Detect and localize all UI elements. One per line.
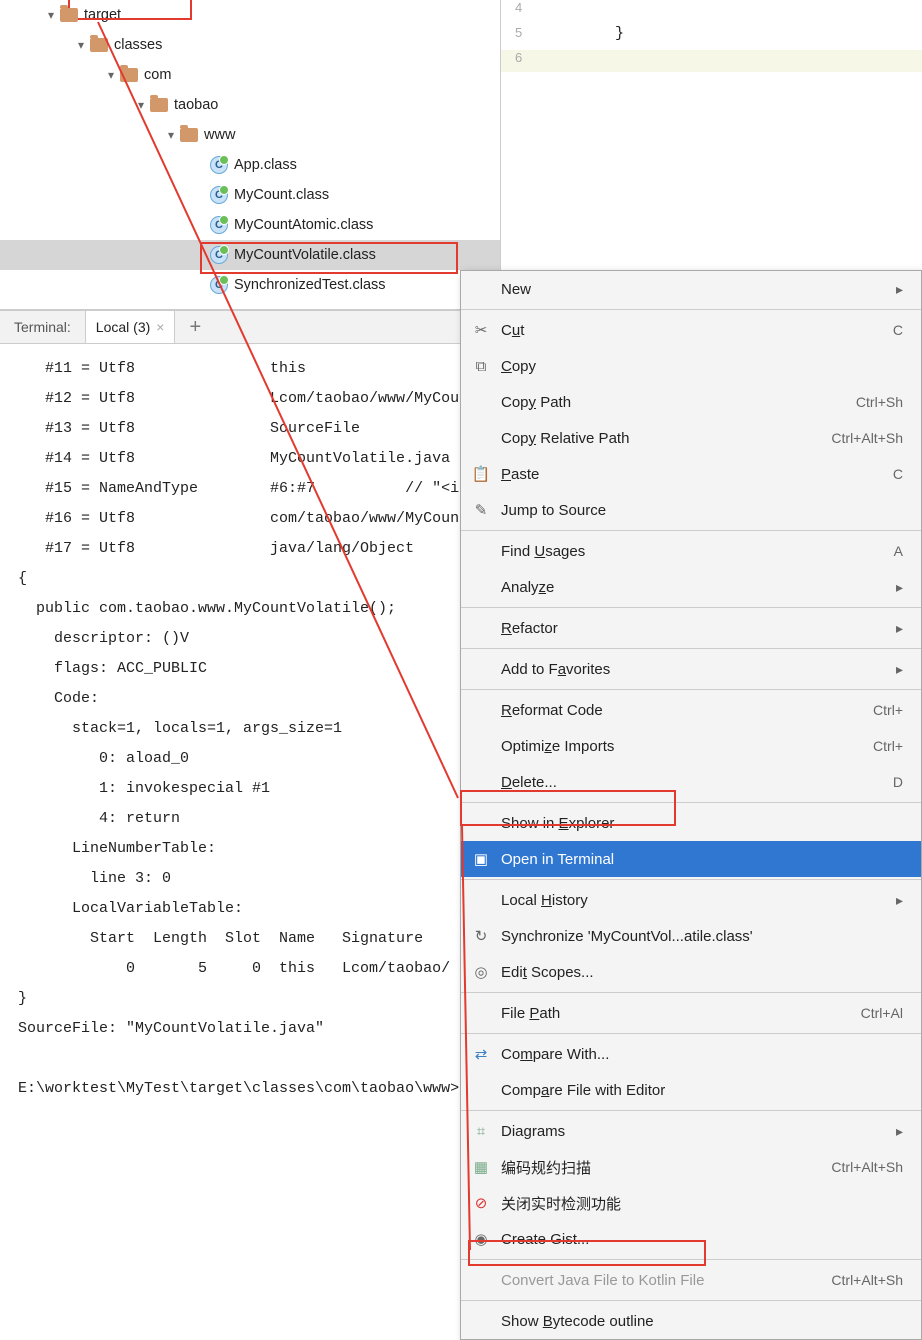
tree-label: www xyxy=(204,127,235,143)
menu-open-in-terminal[interactable]: ▣Open in Terminal xyxy=(461,841,921,877)
gutter-line: 4 xyxy=(515,0,522,15)
menu-analyze[interactable]: Analyze▸ xyxy=(461,569,921,605)
close-icon[interactable]: × xyxy=(156,319,164,335)
folder-icon xyxy=(120,68,138,82)
menu-edit-scopes[interactable]: ◎Edit Scopes... xyxy=(461,954,921,990)
editor-brace: } xyxy=(615,25,624,42)
menu-file-path[interactable]: File PathCtrl+Al xyxy=(461,995,921,1031)
menu-copy-relative-path[interactable]: Copy Relative PathCtrl+Alt+Sh xyxy=(461,420,921,456)
menu-synchronize[interactable]: ↻Synchronize 'MyCountVol...atile.class' xyxy=(461,918,921,954)
scope-icon: ◎ xyxy=(471,963,491,981)
menu-new[interactable]: New▸ xyxy=(461,271,921,307)
menu-compare-with[interactable]: ⇄Compare With... xyxy=(461,1036,921,1072)
chevron-down-icon: ▾ xyxy=(72,38,90,52)
tree-label: MyCount.class xyxy=(234,187,329,203)
menu-refactor[interactable]: Refactor▸ xyxy=(461,610,921,646)
menu-show-bytecode[interactable]: Show Bytecode outline xyxy=(461,1303,921,1339)
tree-folder-com[interactable]: ▾ com xyxy=(0,60,500,90)
scissors-icon: ✂ xyxy=(471,321,491,339)
tree-folder-taobao[interactable]: ▾ taobao xyxy=(0,90,500,120)
menu-find-usages[interactable]: Find UsagesA xyxy=(461,533,921,569)
terminal-label: Terminal: xyxy=(0,311,86,343)
menu-coding-scan[interactable]: ▦编码规约扫描Ctrl+Alt+Sh xyxy=(461,1149,921,1185)
scan-icon: ▦ xyxy=(471,1158,491,1176)
tree-class-app[interactable]: C App.class xyxy=(0,150,500,180)
highlight-target xyxy=(68,0,192,20)
tree-class-synchronizedtest[interactable]: C SynchronizedTest.class xyxy=(0,270,500,300)
gutter-line: 5 xyxy=(515,25,522,40)
chevron-down-icon: ▾ xyxy=(162,128,180,142)
sync-icon: ↻ xyxy=(471,927,491,945)
menu-compare-editor[interactable]: Compare File with Editor xyxy=(461,1072,921,1108)
menu-jump-to-source[interactable]: ✎Jump to Source xyxy=(461,492,921,528)
chevron-down-icon: ▾ xyxy=(102,68,120,82)
highlight-selected-file xyxy=(200,242,458,274)
tree-class-mycountatomic[interactable]: C MyCountAtomic.class xyxy=(0,210,500,240)
menu-copy-path[interactable]: Copy PathCtrl+Sh xyxy=(461,384,921,420)
menu-paste[interactable]: 📋PasteC xyxy=(461,456,921,492)
terminal-icon: ▣ xyxy=(471,850,491,868)
copy-icon: ⧉ xyxy=(471,358,491,375)
menu-optimize-imports[interactable]: Optimize ImportsCtrl+ xyxy=(461,728,921,764)
tree-label: classes xyxy=(114,37,162,53)
cancel-icon: ⊘ xyxy=(471,1194,491,1212)
tree-label: taobao xyxy=(174,97,218,113)
folder-icon xyxy=(150,98,168,112)
folder-icon xyxy=(180,128,198,142)
class-icon: C xyxy=(210,216,228,234)
pencil-icon: ✎ xyxy=(471,501,491,519)
tree-label: App.class xyxy=(234,157,297,173)
class-icon: C xyxy=(210,276,228,294)
tree-folder-www[interactable]: ▾ www xyxy=(0,120,500,150)
tree-class-mycount[interactable]: C MyCount.class xyxy=(0,180,500,210)
menu-add-favorites[interactable]: Add to Favorites▸ xyxy=(461,651,921,687)
tree-label: SynchronizedTest.class xyxy=(234,277,386,293)
terminal-tab-local[interactable]: Local (3) × xyxy=(86,311,176,343)
folder-icon xyxy=(90,38,108,52)
gutter-line: 6 xyxy=(515,50,522,65)
menu-reformat-code[interactable]: Reformat CodeCtrl+ xyxy=(461,692,921,728)
class-icon: C xyxy=(210,156,228,174)
class-icon: C xyxy=(210,186,228,204)
tab-label: Local (3) xyxy=(96,319,150,335)
folder-icon xyxy=(60,8,78,22)
menu-cut[interactable]: ✂CutC xyxy=(461,312,921,348)
chevron-down-icon: ▾ xyxy=(132,98,150,112)
highlight-open-terminal xyxy=(460,790,676,826)
menu-disable-realtime[interactable]: ⊘关闭实时检测功能 xyxy=(461,1185,921,1221)
menu-copy[interactable]: ⧉Copy xyxy=(461,348,921,384)
paste-icon: 📋 xyxy=(471,465,491,483)
editor-pane[interactable]: 4 5 6 } xyxy=(500,0,922,309)
compare-icon: ⇄ xyxy=(471,1045,491,1063)
tree-label: MyCountAtomic.class xyxy=(234,217,373,233)
tree-label: com xyxy=(144,67,171,83)
menu-diagrams[interactable]: ⌗Diagrams▸ xyxy=(461,1113,921,1149)
add-tab-button[interactable]: + xyxy=(175,316,215,339)
diagram-icon: ⌗ xyxy=(471,1123,491,1140)
project-tree[interactable]: ▾ target ▾ classes ▾ com ▾ taobao ▾ www … xyxy=(0,0,500,309)
highlight-command xyxy=(468,1240,706,1266)
chevron-down-icon: ▾ xyxy=(42,8,60,22)
menu-local-history[interactable]: Local History▸ xyxy=(461,882,921,918)
tree-folder-classes[interactable]: ▾ classes xyxy=(0,30,500,60)
menu-convert-kotlin: Convert Java File to Kotlin FileCtrl+Alt… xyxy=(461,1262,921,1298)
